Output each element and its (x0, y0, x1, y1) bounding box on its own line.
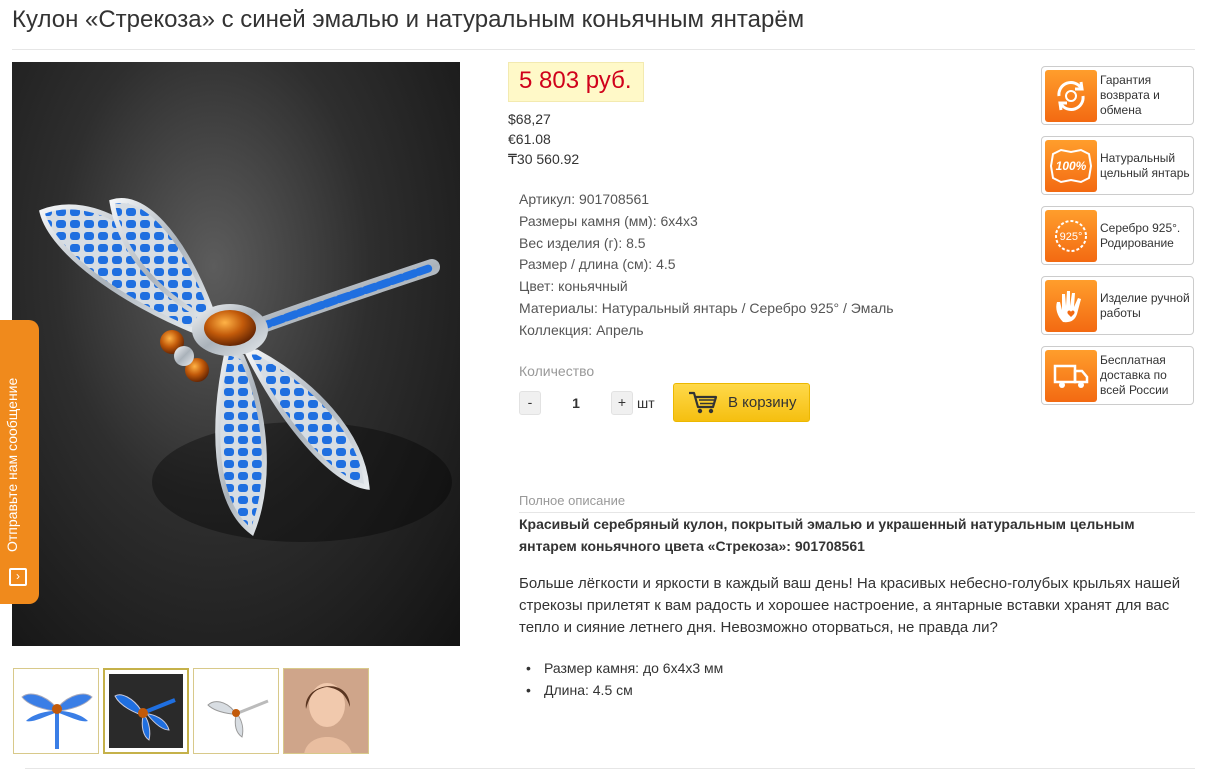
silver-925-icon: 925° (1045, 209, 1097, 262)
description-label: Полное описание (519, 493, 626, 508)
badge-text: Натуральный цельный янтарь (1100, 150, 1190, 180)
badge-text: Серебро 925°. Родирование (1100, 220, 1181, 250)
hundred-percent-icon: 100% (1045, 139, 1097, 192)
dragonfly-pendant-image (39, 198, 452, 542)
quantity-label: Количество (519, 363, 595, 379)
title-divider (12, 49, 1195, 50)
product-properties: Артикул: 901708561 Размеры камня (мм): 6… (519, 189, 894, 342)
product-title: Кулон «Стрекоза» с синей эмалью и натура… (12, 6, 805, 33)
property-sku: Артикул: 901708561 (519, 191, 650, 207)
quantity-unit: шт (637, 395, 655, 411)
property-stone-size: Размеры камня (мм): 6х4х3 (519, 212, 698, 229)
property-materials: Материалы: Натуральный янтарь / Серебро … (519, 299, 894, 316)
property-collection: Коллекция: Апрель (519, 321, 644, 338)
message-icon: › (9, 568, 27, 586)
model-portrait-thumbnail-image (284, 669, 368, 753)
badge-handmade[interactable]: Изделие ручной работы (1041, 276, 1194, 335)
description-bullets: Размер камня: до 6х4х3 мм Длина: 4.5 см (526, 657, 723, 701)
quantity-increase-button[interactable]: + (611, 391, 633, 415)
price-main: 5 803 руб. (519, 67, 632, 94)
description-body: Больше лёгкости и яркости в каждый ваш д… (519, 575, 1181, 636)
feedback-tab-label: Отправьте нам сообщение (4, 377, 20, 552)
alternative-prices: $68,27 €61.08 ₸30 560.92 (508, 109, 579, 169)
quantity-input[interactable] (541, 391, 611, 415)
thumbnail-2[interactable] (103, 668, 189, 754)
image-thumbnails (13, 668, 369, 754)
list-item: Длина: 4.5 см (526, 679, 723, 701)
handmade-icon (1045, 279, 1097, 332)
dragonfly-dark-thumbnail-image (109, 674, 183, 748)
thumbnail-4[interactable] (283, 668, 369, 754)
svg-text:100%: 100% (1056, 159, 1087, 173)
quantity-decrease-button[interactable]: - (519, 391, 541, 415)
description-title: Красивый серебряный кулон, покрытый эмал… (519, 516, 1135, 554)
badge-return-guarantee[interactable]: Гарантия возврата и обмена (1041, 66, 1194, 125)
price-eur: €61.08 (508, 131, 551, 147)
badge-silver-925[interactable]: 925° Серебро 925°. Родирование (1041, 206, 1194, 265)
property-color: Цвет: коньячный (519, 278, 628, 295)
add-to-cart-label: В корзину (728, 394, 797, 411)
return-exchange-icon (1045, 69, 1097, 122)
thumbnail-3[interactable] (193, 668, 279, 754)
bottom-divider (25, 768, 1195, 769)
badge-text: Бесплатная доставка по всей России (1100, 353, 1169, 397)
feature-badges: Гарантия возврата и обмена 100% Натураль… (1041, 66, 1194, 416)
property-length: Размер / длина (см): 4.5 (519, 256, 676, 273)
thumbnail-1[interactable] (13, 668, 99, 754)
badge-free-delivery[interactable]: Бесплатная доставка по всей России (1041, 346, 1194, 405)
badge-text: Изделие ручной работы (1100, 290, 1190, 320)
cart-icon (689, 391, 718, 413)
quantity-stepper: - + шт (519, 391, 655, 415)
dragonfly-silver-thumbnail-image (207, 699, 269, 738)
dragonfly-thumbnail-image (21, 693, 93, 749)
price-kzt: ₸30 560.92 (508, 151, 580, 167)
property-weight: Вес изделия (г): 8.5 (519, 234, 646, 251)
price-usd: $68,27 (508, 111, 551, 127)
product-main-image[interactable] (12, 62, 460, 646)
list-item: Размер камня: до 6х4х3 мм (526, 657, 723, 679)
svg-text:925°: 925° (1060, 231, 1083, 243)
add-to-cart-button[interactable]: В корзину (673, 383, 810, 422)
price-box: 5 803 руб. (508, 62, 644, 102)
feedback-side-tab[interactable]: Отправьте нам сообщение › (0, 320, 39, 604)
delivery-truck-icon (1045, 349, 1097, 402)
badge-natural-amber[interactable]: 100% Натуральный цельный янтарь (1041, 136, 1194, 195)
badge-text: Гарантия возврата и обмена (1100, 73, 1160, 117)
